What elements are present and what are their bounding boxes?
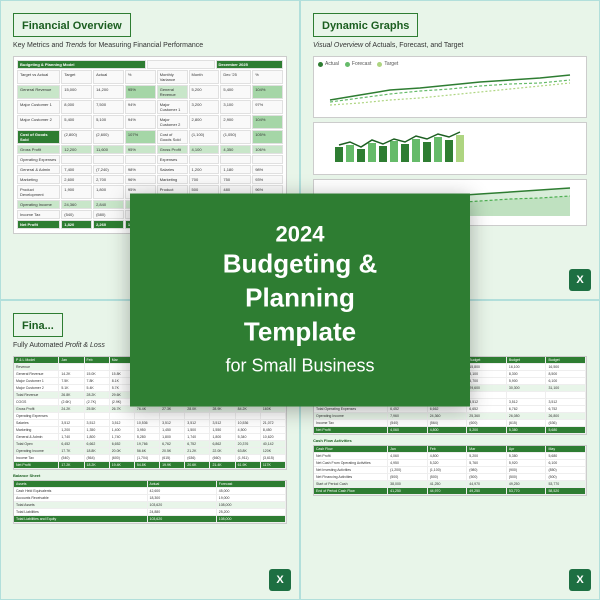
overlay-title-line2: Template [166, 316, 434, 350]
dynamic-graphs-title: Dynamic Graphs [322, 20, 409, 32]
line-chart-svg-1 [318, 70, 582, 108]
excel-badge-top-right: X [569, 269, 591, 291]
financial-overview-title: Financial Overview [22, 20, 122, 32]
cashflow-label: Cash Flow Activities [313, 438, 587, 443]
center-overlay: 2024 Budgeting & Planning Template for S… [130, 194, 470, 407]
graph-area-2 [313, 122, 587, 175]
financial-overview-title-box: Financial Overview [13, 13, 131, 37]
graph-area-1: Actual Forecast Target [313, 56, 587, 118]
bar-chart-svg [318, 127, 582, 165]
overlay-subtitle: for Small Business [166, 353, 434, 378]
cashflow-table: Cash Flow Jan Feb Mar Apr May Net Profit… [313, 445, 587, 496]
legend-actual: Actual [318, 61, 339, 67]
financial-overview-subtitle: Key Metrics and Trends for Measuring Fin… [13, 41, 287, 50]
graph-legend-1: Actual Forecast Target [318, 61, 582, 67]
legend-forecast: Forecast [345, 61, 371, 67]
dynamic-graphs-title-box: Dynamic Graphs [313, 13, 418, 37]
legend-target: Target [377, 61, 398, 67]
pnl-title: Fina... [22, 320, 54, 332]
dynamic-graphs-subtitle: Visual Overview of Actuals, Forecast, an… [313, 41, 587, 50]
overlay-title-line1: Budgeting & Planning [166, 248, 434, 316]
overlay-year: 2024 [166, 222, 434, 248]
balance-sheet-table: Assets ActualForecast Cash Held Equivale… [13, 480, 287, 524]
balance-sheet-label: Balance Sheet [13, 473, 287, 478]
excel-badge-bottom-left: X [269, 569, 291, 591]
excel-badge-bottom-right: X [569, 569, 591, 591]
pnl-title-box: Fina... [13, 313, 63, 337]
